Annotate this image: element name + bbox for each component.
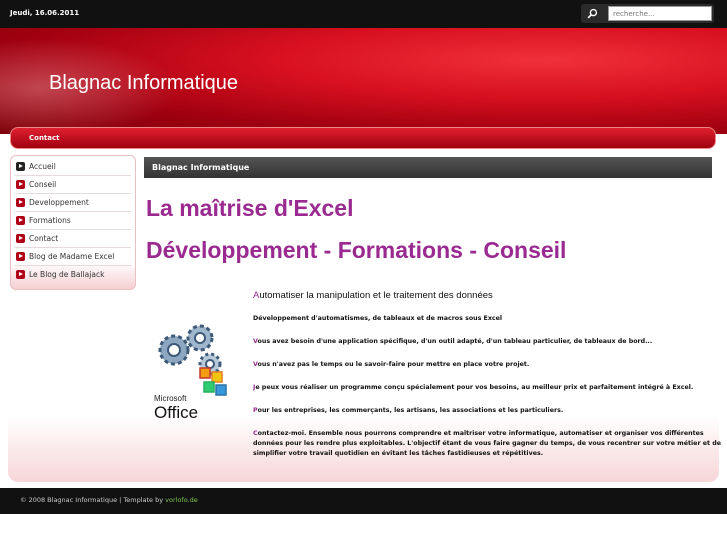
paragraph-5: Pour les entreprises, les commerçants, l… — [253, 407, 564, 414]
top-bar: Jeudi, 16.06.2011 — [0, 0, 727, 29]
paragraph-2: Vous avez besoin d'une application spéci… — [253, 338, 653, 345]
sidebar-item-developpement[interactable]: Developpement — [15, 195, 131, 212]
sidebar-item-label: Formations — [29, 216, 71, 225]
arrow-bullet-icon — [16, 234, 25, 243]
sidebar-item-formations[interactable]: Formations — [15, 213, 131, 230]
arrow-bullet-icon — [16, 198, 25, 207]
arrow-bullet-icon — [16, 216, 25, 225]
paragraph-3: Vous n'avez pas le temps ou le savoir-fa… — [253, 361, 530, 368]
main-content: Blagnac Informatique La maîtrise d'Excel… — [144, 157, 721, 477]
main-heading: La maîtrise d'Excel — [146, 195, 354, 221]
sidebar-item-label: Contact — [29, 234, 59, 243]
sidebar-item-contact[interactable]: Contact — [15, 231, 131, 248]
search-box — [581, 4, 714, 23]
sub-heading: Développement - Formations - Conseil — [146, 237, 567, 263]
footer: © 2008 Blagnac Informatique | Template b… — [0, 488, 727, 514]
footer-text: © 2008 Blagnac Informatique | Template b… — [20, 496, 198, 504]
current-date: Jeudi, 16.06.2011 — [10, 9, 80, 17]
sidebar-item-blog-madame-excel[interactable]: Blog de Madame Excel — [15, 249, 131, 266]
sidebar: Accueil Conseil Developpement Formations… — [10, 155, 136, 290]
sidebar-item-label: Conseil — [29, 180, 57, 189]
content-title-bar: Blagnac Informatique — [144, 157, 712, 178]
intro-title: Automatiser la manipulation et le traite… — [253, 290, 493, 301]
search-input[interactable] — [608, 6, 712, 21]
arrow-bullet-icon — [16, 252, 25, 261]
sidebar-item-blog-ballajack[interactable]: Le Blog de Ballajack — [15, 267, 131, 283]
paragraph-6: Contactez-moi. Ensemble nous pourrons co… — [253, 430, 721, 457]
nav-item-contact[interactable]: Contact — [29, 134, 60, 142]
top-navigation: Contact — [10, 127, 716, 149]
footer-link[interactable]: vorlofo.de — [165, 496, 198, 504]
office-text: Office — [154, 403, 198, 422]
microsoft-text: Microsoft — [154, 394, 187, 403]
sidebar-item-label: Accueil — [29, 162, 56, 171]
body-text: Automatiser la manipulation et le traite… — [253, 290, 723, 472]
sidebar-item-accueil[interactable]: Accueil — [15, 159, 131, 176]
office-logo-icon — [199, 367, 227, 396]
paragraph-1: Développement d'automatismes, de tableau… — [253, 315, 503, 322]
sidebar-item-label: Le Blog de Ballajack — [29, 270, 105, 279]
sidebar-item-label: Blog de Madame Excel — [29, 252, 115, 261]
content-title: Blagnac Informatique — [152, 163, 250, 172]
site-header: Blagnac Informatique — [0, 28, 727, 134]
site-title[interactable]: Blagnac Informatique — [49, 72, 238, 95]
paragraph-4: Je peux vous réaliser un programme conçu… — [253, 384, 694, 391]
sidebar-item-conseil[interactable]: Conseil — [15, 177, 131, 194]
arrow-bullet-icon — [16, 180, 25, 189]
office-gears-image: Microsoft Office — [154, 324, 227, 422]
sidebar-item-label: Developpement — [29, 198, 89, 207]
arrow-bullet-icon — [16, 162, 25, 171]
arrow-bullet-icon — [16, 270, 25, 279]
gears-icon — [158, 324, 222, 376]
search-icon[interactable] — [587, 8, 598, 19]
